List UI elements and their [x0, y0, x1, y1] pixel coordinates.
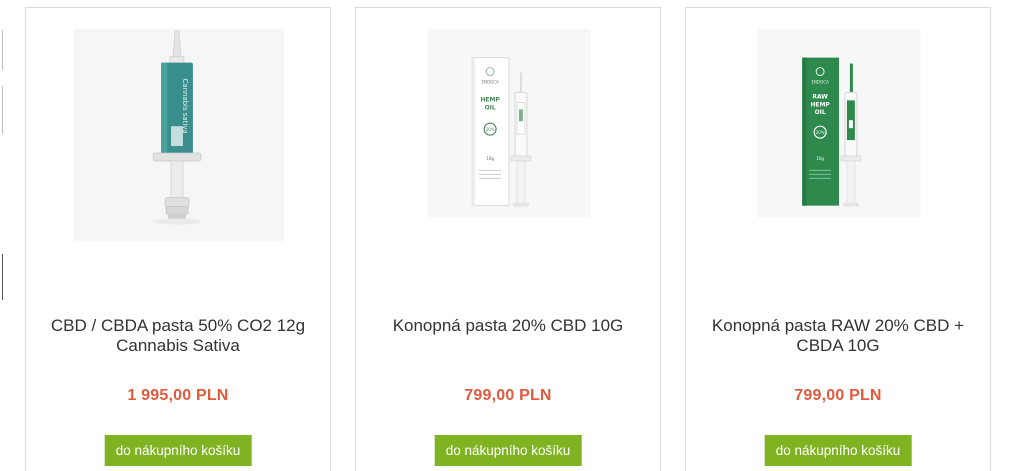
svg-text:RAW: RAW: [812, 93, 828, 100]
svg-text:OIL: OIL: [485, 104, 496, 111]
svg-text:10g: 10g: [816, 156, 824, 161]
add-to-cart-button[interactable]: do nákupního košíku: [434, 435, 582, 466]
filter-panel-edge: [0, 254, 3, 300]
svg-text:ENDOCA: ENDOCA: [482, 79, 499, 84]
product-image[interactable]: ENDOCA RAW HEMP OIL 20% 10g: [686, 8, 990, 298]
product-image[interactable]: ENDOCA HEMP OIL 20% 10g: [356, 8, 660, 298]
product-grid: Cannabis sativa CBD / CBDA pasta 50% CO2…: [0, 0, 1015, 471]
product-image[interactable]: Cannabis sativa: [26, 8, 330, 298]
filter-panel-edge: [0, 30, 3, 70]
product-card[interactable]: ENDOCA HEMP OIL 20% 10g Konopná pasta 20…: [355, 7, 661, 471]
svg-text:10g: 10g: [486, 156, 494, 161]
svg-text:HEMP: HEMP: [810, 101, 830, 108]
product-card[interactable]: Cannabis sativa CBD / CBDA pasta 50% CO2…: [25, 7, 331, 471]
product-title[interactable]: Konopná pasta RAW 20% CBD + CBDA 10G: [696, 316, 980, 356]
add-to-cart-button[interactable]: do nákupního košíku: [104, 435, 252, 466]
svg-text:20%: 20%: [816, 130, 825, 135]
product-title[interactable]: Konopná pasta 20% CBD 10G: [366, 316, 650, 336]
raw-hemp-oil-box-image: ENDOCA RAW HEMP OIL 20% 10g: [757, 28, 921, 218]
product-title[interactable]: CBD / CBDA pasta 50% CO2 12g Cannabis Sa…: [36, 316, 320, 356]
product-card[interactable]: ENDOCA RAW HEMP OIL 20% 10g Konopná past…: [685, 7, 991, 471]
svg-text:OIL: OIL: [815, 109, 826, 116]
syringe-image: Cannabis sativa: [73, 28, 285, 242]
svg-text:20%: 20%: [486, 127, 495, 132]
filter-panel-edge: [0, 86, 3, 134]
hemp-oil-box-image: ENDOCA HEMP OIL 20% 10g: [427, 28, 591, 218]
product-price: 799,00 PLN: [794, 387, 882, 404]
svg-text:ENDOCA: ENDOCA: [812, 79, 829, 84]
svg-text:HEMP: HEMP: [480, 96, 500, 103]
add-to-cart-button[interactable]: do nákupního košíku: [764, 435, 912, 466]
product-price: 799,00 PLN: [464, 387, 552, 404]
product-price: 1 995,00 PLN: [127, 387, 229, 404]
svg-text:Cannabis sativa: Cannabis sativa: [181, 78, 189, 133]
